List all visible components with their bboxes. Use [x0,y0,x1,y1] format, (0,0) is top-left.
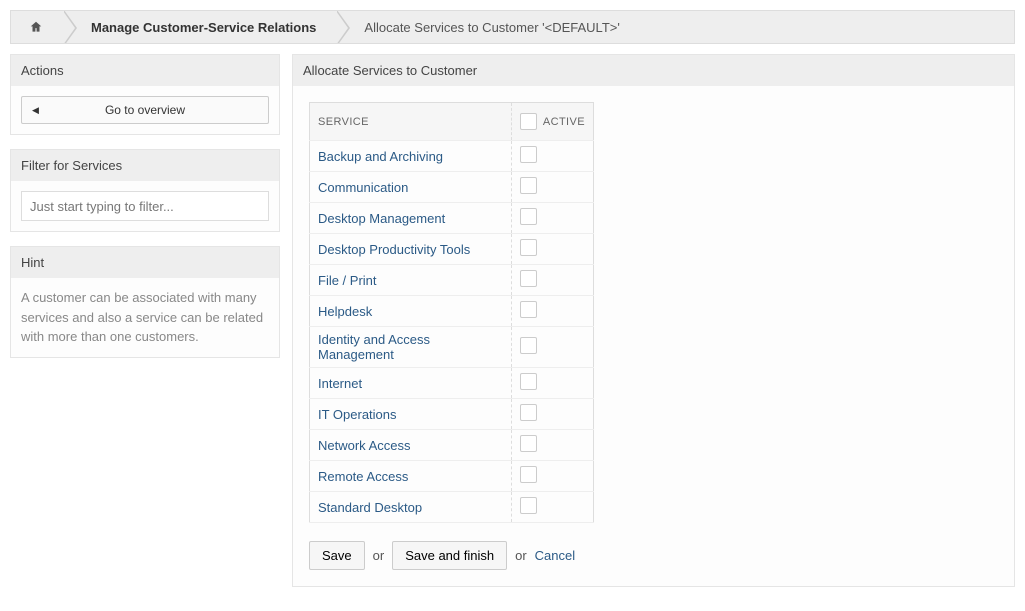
breadcrumb-manage-label: Manage Customer-Service Relations [91,20,316,35]
or-separator-2: or [515,548,527,563]
service-link[interactable]: Network Access [318,438,410,453]
home-icon [29,20,43,34]
go-to-overview-button[interactable]: ◀ Go to overview [21,96,269,124]
service-link[interactable]: File / Print [318,273,377,288]
table-row: Remote Access [310,461,594,492]
service-link[interactable]: Internet [318,376,362,391]
col-header-service: SERVICE [310,103,512,141]
table-row: Network Access [310,430,594,461]
main-panel-title: Allocate Services to Customer [293,55,1014,86]
active-checkbox[interactable] [520,208,537,225]
hint-text: A customer can be associated with many s… [11,278,279,357]
breadcrumb-allocate: Allocate Services to Customer '<DEFAULT>… [336,11,639,43]
service-link[interactable]: Desktop Productivity Tools [318,242,470,257]
active-checkbox[interactable] [520,497,537,514]
table-row: Desktop Productivity Tools [310,234,594,265]
save-button[interactable]: Save [309,541,365,570]
service-link[interactable]: Remote Access [318,469,408,484]
service-link[interactable]: Desktop Management [318,211,445,226]
breadcrumb: Manage Customer-Service Relations Alloca… [10,10,1015,44]
active-checkbox[interactable] [520,239,537,256]
service-link[interactable]: Identity and Access Management [318,332,430,362]
hint-panel: Hint A customer can be associated with m… [10,246,280,358]
service-table: SERVICE ACTIVE Backup and Archiving Commu… [309,102,594,523]
actions-panel: Actions ◀ Go to overview [10,54,280,135]
table-row: Internet [310,368,594,399]
table-row: Communication [310,172,594,203]
table-row: File / Print [310,265,594,296]
filter-panel-title: Filter for Services [11,150,279,181]
table-row: Identity and Access Management [310,327,594,368]
active-checkbox[interactable] [520,466,537,483]
active-checkbox[interactable] [520,301,537,318]
active-checkbox[interactable] [520,435,537,452]
breadcrumb-home[interactable] [11,11,63,43]
active-checkbox[interactable] [520,146,537,163]
table-row: Backup and Archiving [310,141,594,172]
table-row: Helpdesk [310,296,594,327]
action-row: Save or Save and finish or Cancel [309,541,998,570]
cancel-link[interactable]: Cancel [535,548,575,563]
service-link[interactable]: Communication [318,180,408,195]
active-checkbox[interactable] [520,373,537,390]
active-checkbox[interactable] [520,337,537,354]
select-all-checkbox[interactable] [520,113,537,130]
sidebar: Actions ◀ Go to overview Filter for Serv… [10,54,280,372]
main-panel: Allocate Services to Customer SERVICE AC… [292,54,1015,587]
filter-panel: Filter for Services [10,149,280,232]
hint-panel-title: Hint [11,247,279,278]
breadcrumb-allocate-label: Allocate Services to Customer '<DEFAULT>… [364,20,619,35]
col-header-active: ACTIVE [511,103,593,141]
arrow-left-icon: ◀ [32,105,39,116]
service-link[interactable]: Backup and Archiving [318,149,443,164]
filter-input[interactable] [21,191,269,221]
breadcrumb-manage[interactable]: Manage Customer-Service Relations [63,11,336,43]
col-header-active-label: ACTIVE [543,116,585,128]
go-to-overview-label: Go to overview [105,103,185,117]
service-link[interactable]: Helpdesk [318,304,372,319]
active-checkbox[interactable] [520,270,537,287]
table-row: Standard Desktop [310,492,594,523]
active-checkbox[interactable] [520,404,537,421]
table-row: Desktop Management [310,203,594,234]
actions-panel-title: Actions [11,55,279,86]
table-row: IT Operations [310,399,594,430]
service-link[interactable]: Standard Desktop [318,500,422,515]
active-checkbox[interactable] [520,177,537,194]
save-and-finish-button[interactable]: Save and finish [392,541,507,570]
or-separator-1: or [373,548,385,563]
service-link[interactable]: IT Operations [318,407,397,422]
